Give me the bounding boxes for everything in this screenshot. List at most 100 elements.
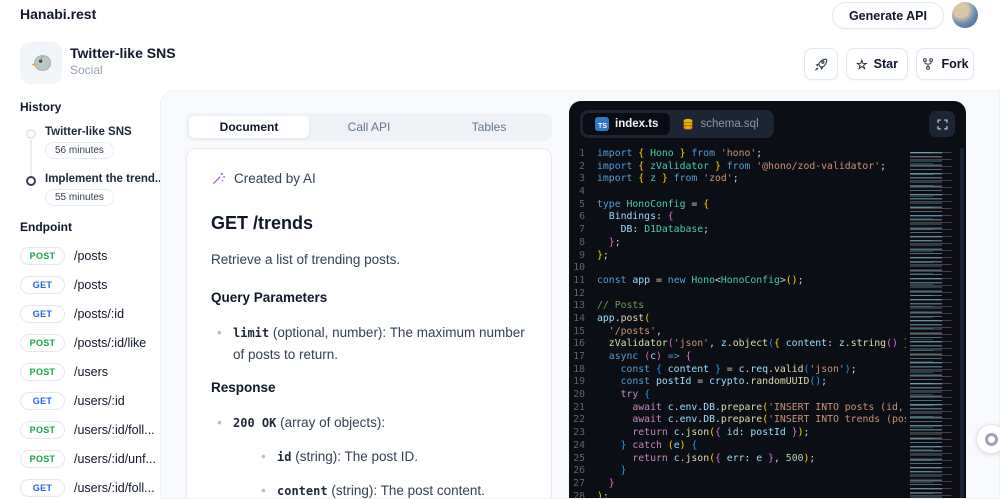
list-item: content (string): The post content. <box>255 480 527 499</box>
query-params-list: limit (optional, number): The maximum nu… <box>211 322 527 367</box>
tab-call-api[interactable]: Call API <box>309 116 429 138</box>
editor-tab-schema-sql[interactable]: schema.sql <box>670 113 770 135</box>
created-by-ai-label: Created by AI <box>234 171 316 186</box>
endpoint-item[interactable]: POST/posts/:id/like <box>20 333 160 352</box>
editor-tab-label: schema.sql <box>700 118 759 130</box>
fullscreen-icon <box>936 118 949 131</box>
endpoint-list: POST/posts GET/posts GET/posts/:id POST/pos… <box>20 246 160 497</box>
fork-button-label: Fork <box>941 57 969 71</box>
line-number: 15 <box>573 325 585 337</box>
deploy-button[interactable] <box>804 48 838 80</box>
method-badge: GET <box>20 391 65 410</box>
param-desc: (optional, number): The maximum number o… <box>233 325 525 363</box>
line-number: 26 <box>573 465 585 477</box>
user-avatar[interactable] <box>952 2 978 28</box>
fullscreen-button[interactable] <box>929 111 955 137</box>
history-time-badge: 55 minutes <box>45 189 114 206</box>
line-number: 1 <box>579 148 585 159</box>
tab-tables[interactable]: Tables <box>429 116 549 138</box>
database-icon <box>682 118 694 131</box>
timeline-dot-icon <box>26 176 36 186</box>
project-title: Twitter-like SNS <box>70 45 176 61</box>
editor-scrollbar[interactable] <box>960 148 964 498</box>
ring-icon <box>984 432 998 446</box>
endpoint-item[interactable]: GET/users/:id <box>20 391 160 410</box>
response-code: 200 OK <box>233 415 277 430</box>
code-area[interactable]: 1 import { Hono } from 'hono'; 2 import { z… <box>569 148 966 499</box>
param-name: limit <box>233 326 270 340</box>
history-item[interactable]: Implement the trend... 55 minutes <box>26 173 165 206</box>
line-number: 3 <box>579 173 585 185</box>
doc-tab-strip: Document Call API Tables <box>186 113 552 141</box>
history-label: Implement the trend... <box>45 173 165 185</box>
endpoint-path: /posts/:id/like <box>74 335 147 350</box>
line-number: 8 <box>579 236 585 248</box>
line-number: 28 <box>573 490 585 499</box>
endpoint-path: /posts <box>74 277 108 292</box>
line-number: 27 <box>573 477 585 489</box>
line-number: 21 <box>573 401 585 413</box>
star-button[interactable]: ☆ Star <box>846 48 908 80</box>
line-number: 4 <box>579 186 585 198</box>
history-time-badge: 56 minutes <box>45 142 114 159</box>
method-badge: GET <box>20 275 65 294</box>
endpoint-item[interactable]: GET/posts/:id <box>20 304 160 323</box>
line-number: 25 <box>573 452 585 464</box>
code-editor: TS index.ts schema.sql 1 import { Hono } fr… <box>569 101 966 499</box>
endpoint-item[interactable]: GET/posts <box>20 275 160 294</box>
editor-tab-strip: TS index.ts schema.sql <box>580 110 774 138</box>
generate-api-button[interactable]: Generate API <box>831 2 944 29</box>
endpoint-item[interactable]: POST/posts <box>20 246 160 265</box>
endpoint-item[interactable]: POST/users/:id/foll... <box>20 420 160 439</box>
magic-wand-icon <box>211 171 226 186</box>
endpoint-path: /users/:id <box>74 393 125 408</box>
endpoint-description: Retrieve a list of trending posts. <box>211 252 401 267</box>
editor-header: TS index.ts schema.sql <box>569 101 966 144</box>
star-icon: ☆ <box>856 56 868 72</box>
line-number: 2 <box>579 160 585 172</box>
minimap[interactable] <box>906 148 958 498</box>
line-number: 9 <box>579 249 585 261</box>
method-badge: POST <box>20 449 65 468</box>
rocket-icon <box>813 56 829 72</box>
method-badge: GET <box>20 478 65 497</box>
endpoint-section-title: Endpoint <box>20 220 72 234</box>
feedback-widget-button[interactable] <box>976 424 1000 454</box>
field-desc: (string): The post ID. <box>291 448 418 464</box>
line-number: 7 <box>579 224 585 236</box>
query-params-heading: Query Parameters <box>211 290 328 305</box>
sidebar: History Twitter-like SNS 56 minutes Implem… <box>0 90 165 499</box>
method-badge: POST <box>20 246 65 265</box>
editor-tab-index-ts[interactable]: TS index.ts <box>583 113 671 135</box>
brand-logo: Hanabi.rest <box>20 6 97 22</box>
line-number: 18 <box>573 363 585 375</box>
endpoint-path: /posts/:id <box>74 306 125 321</box>
method-badge: POST <box>20 420 65 439</box>
endpoint-item[interactable]: POST/users/:id/unf... <box>20 449 160 468</box>
tab-document[interactable]: Document <box>189 116 309 138</box>
endpoint-item[interactable]: GET/users/:id/foll... <box>20 478 160 497</box>
endpoint-item[interactable]: POST/users <box>20 362 160 381</box>
fork-button[interactable]: Fork <box>916 48 974 80</box>
line-number: 10 <box>573 262 585 274</box>
field-desc: (string): The post content. <box>327 483 485 499</box>
response-list: 200 OK (array of objects): id (string): … <box>211 412 527 499</box>
project-category: Social <box>70 63 103 77</box>
created-by-ai-badge: Created by AI <box>211 171 527 186</box>
list-item: id (string): The post ID. <box>255 446 527 469</box>
history-item[interactable]: Twitter-like SNS 56 minutes <box>26 126 160 159</box>
endpoint-path: /users/:id/foll... <box>74 422 155 437</box>
line-number: 14 <box>573 312 585 324</box>
dove-icon <box>28 50 54 76</box>
line-number: 6 <box>579 211 585 223</box>
response-desc: (array of objects): <box>276 414 386 430</box>
endpoint-path: /users/:id/unf... <box>74 451 156 466</box>
line-number: 19 <box>573 376 585 388</box>
list-item: 200 OK (array of objects): id (string): … <box>211 412 527 499</box>
line-number: 11 <box>573 274 585 286</box>
response-fields-list: id (string): The post ID. content (strin… <box>255 446 527 499</box>
method-badge: GET <box>20 304 65 323</box>
typescript-icon: TS <box>595 117 609 131</box>
endpoint-path: /posts <box>74 248 108 263</box>
endpoint-path: /users/:id/foll... <box>74 480 155 495</box>
